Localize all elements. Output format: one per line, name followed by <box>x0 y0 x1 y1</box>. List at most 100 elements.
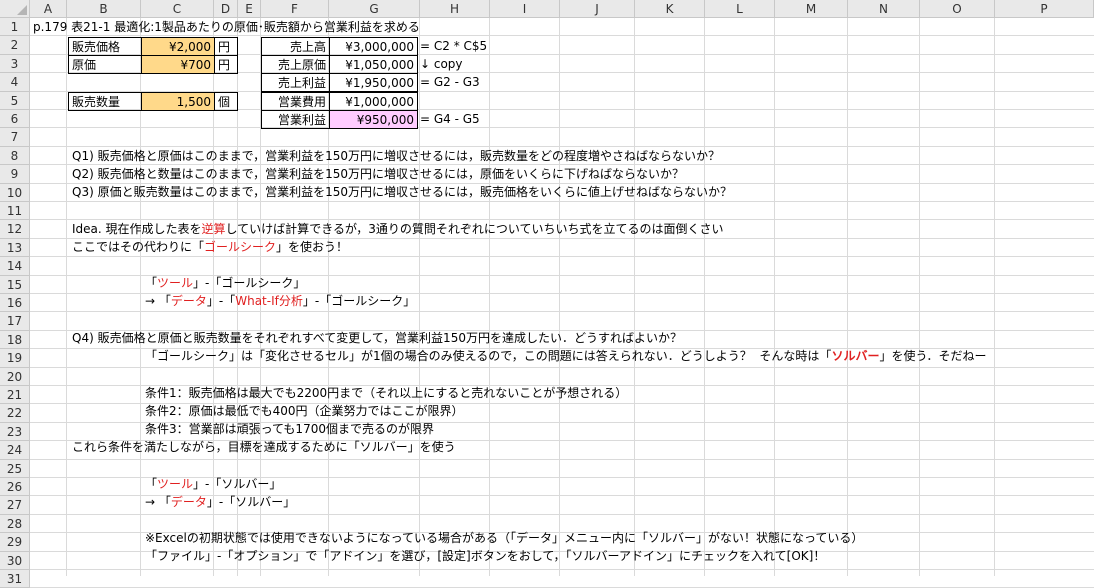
r19-solver: ソルバー <box>831 349 880 363</box>
row-header-26[interactable]: 26 <box>0 478 30 497</box>
cogs-label-cell[interactable]: 売上原価 <box>261 55 330 74</box>
r26-tool: ツール <box>157 477 194 491</box>
row-header-19[interactable]: 19 <box>0 349 30 368</box>
row-header-18[interactable]: 18 <box>0 330 30 350</box>
row-header-7[interactable]: 7 <box>0 128 30 147</box>
gross-label-cell[interactable]: 売上利益 <box>261 73 330 92</box>
column-header-N[interactable]: N <box>848 0 920 18</box>
profit-label-cell[interactable]: 営業利益 <box>261 110 330 129</box>
row-header-4[interactable]: 4 <box>0 73 30 92</box>
column-header-A[interactable]: A <box>30 0 67 18</box>
spreadsheet-grid[interactable]: ABCDEFGHIJKLMNOP 1 2 3 4 5 6 7 8 9 10 11 12 13 14 15 16… <box>0 0 1094 588</box>
row-header-1[interactable]: 1 <box>0 18 30 37</box>
solver-tool-path: 「ツール」-「ソルバー」 <box>145 475 281 494</box>
column-header-E[interactable]: E <box>238 0 261 18</box>
row-header-17[interactable]: 17 <box>0 312 30 331</box>
r27-c: 」-「ソルバー」 <box>206 495 296 509</box>
solver-data-path: → 「データ」-「ソルバー」 <box>145 493 295 512</box>
column-header-O[interactable]: O <box>920 0 995 18</box>
r19-c: 」を使う．そだねー <box>879 349 987 363</box>
r15-c: 」-「ゴールシーク」 <box>193 276 306 290</box>
price-value-cell[interactable]: ¥2,000 <box>141 37 215 56</box>
column-header-G[interactable]: G <box>329 0 420 18</box>
column-header-K[interactable]: K <box>635 0 705 18</box>
idea-line: Idea. 現在作成した表を逆算していけば計算できるが，3通りの質問それぞれにつ… <box>72 220 724 239</box>
gridline-vertical <box>704 18 705 576</box>
row-header-9[interactable]: 9 <box>0 165 30 184</box>
row-header-13[interactable]: 13 <box>0 238 30 258</box>
sales-label-cell[interactable]: 売上高 <box>261 37 330 56</box>
question-3: Q3) 原価と販売数量はこのままで，営業利益を150万円に増収させるには，販売価… <box>72 185 733 199</box>
r19-a: 「ゴールシーク」は「変化させるセル」が1個の場合のみ使えるので，この問題には答え… <box>145 349 832 363</box>
row-header-11[interactable]: 11 <box>0 202 30 221</box>
row-header-6[interactable]: 6 <box>0 110 30 129</box>
column-header-M[interactable]: M <box>775 0 848 18</box>
r16-e: 」-「ゴールシーク」 <box>302 294 416 308</box>
row-header-15[interactable]: 15 <box>0 275 30 294</box>
row-header-29[interactable]: 29 <box>0 533 30 552</box>
gridline-vertical <box>994 18 995 576</box>
question-2: Q2) 販売価格と数量はこのままで，営業利益を150万円に増収させるには，原価を… <box>72 167 685 181</box>
profit-formula-note: = G4 - G5 <box>420 112 480 126</box>
row-header-10[interactable]: 10 <box>0 183 30 202</box>
row-header-14[interactable]: 14 <box>0 257 30 276</box>
opex-value-cell[interactable]: ¥1,000,000 <box>329 92 418 111</box>
gridline-vertical <box>774 18 775 576</box>
row-header-25[interactable]: 25 <box>0 459 30 478</box>
opex-label-cell[interactable]: 営業費用 <box>261 92 330 111</box>
cost-label-cell[interactable]: 原価 <box>68 55 142 74</box>
select-all-corner[interactable] <box>0 0 30 18</box>
gross-value-cell[interactable]: ¥1,950,000 <box>329 73 418 92</box>
row-header-21[interactable]: 21 <box>0 386 30 405</box>
column-header-F[interactable]: F <box>261 0 329 18</box>
gridline-vertical <box>66 18 67 576</box>
cogs-value-cell[interactable]: ¥1,050,000 <box>329 55 418 74</box>
column-header-J[interactable]: J <box>560 0 635 18</box>
row-header-28[interactable]: 28 <box>0 514 30 534</box>
sales-value-cell[interactable]: ¥3,000,000 <box>329 37 418 56</box>
idea-text-c: していけば計算できるが，3通りの質問それぞれについていちいち式を立てるのは面倒く… <box>225 222 724 236</box>
qty-label-cell[interactable]: 販売数量 <box>68 92 142 111</box>
row-header-22[interactable]: 22 <box>0 404 30 423</box>
row-header-31[interactable]: 31 <box>0 570 30 588</box>
column-header-D[interactable]: D <box>214 0 238 18</box>
r16-data: データ <box>170 294 207 308</box>
profit-value-cell[interactable]: ¥950,000 <box>329 110 418 129</box>
gridline-vertical <box>847 18 848 576</box>
addin-instructions: 「ファイル」-「オプション」で「アドイン」を選び，[設定]ボタンをおして，「ソル… <box>145 549 826 563</box>
cost-unit-cell[interactable]: 円 <box>214 55 238 74</box>
sales-formula-note: = C2 * C$5 <box>420 39 488 53</box>
row-header-30[interactable]: 30 <box>0 551 30 570</box>
qty-value-cell[interactable]: 1,500 <box>141 92 215 111</box>
row-header-12[interactable]: 12 <box>0 220 30 239</box>
condition-3: 条件3：営業部は頑張っても1700個まで売るのが限界 <box>145 422 434 436</box>
qty-unit-cell[interactable]: 個 <box>214 92 238 111</box>
column-header-I[interactable]: I <box>490 0 560 18</box>
row-header-5[interactable]: 5 <box>0 91 30 110</box>
gross-formula-note: = G2 - G3 <box>420 75 480 89</box>
cost-value-cell[interactable]: ¥700 <box>141 55 215 74</box>
price-unit-cell[interactable]: 円 <box>214 37 238 56</box>
gridline-horizontal <box>30 127 1094 129</box>
column-header-B[interactable]: B <box>67 0 141 18</box>
copy-note: ↓ copy <box>420 57 463 71</box>
idea-highlight: 逆算 <box>201 222 226 236</box>
r15-a: 「 <box>145 276 158 290</box>
gridline-horizontal <box>30 366 1094 368</box>
row-header-27[interactable]: 27 <box>0 496 30 515</box>
gridline-vertical <box>559 18 560 576</box>
row-header-24[interactable]: 24 <box>0 441 30 460</box>
column-header-P[interactable]: P <box>995 0 1094 18</box>
row-header-3[interactable]: 3 <box>0 54 30 74</box>
row-header-8[interactable]: 8 <box>0 146 30 166</box>
r15-tool: ツール <box>157 276 194 290</box>
row-header-16[interactable]: 16 <box>0 294 30 313</box>
column-header-L[interactable]: L <box>705 0 775 18</box>
gridline-horizontal <box>30 311 1094 313</box>
row-header-23[interactable]: 23 <box>0 422 30 442</box>
column-header-C[interactable]: C <box>141 0 214 18</box>
row-header-2[interactable]: 2 <box>0 36 30 55</box>
column-header-H[interactable]: H <box>420 0 490 18</box>
row-header-20[interactable]: 20 <box>0 367 30 386</box>
price-label-cell[interactable]: 販売価格 <box>68 37 142 56</box>
